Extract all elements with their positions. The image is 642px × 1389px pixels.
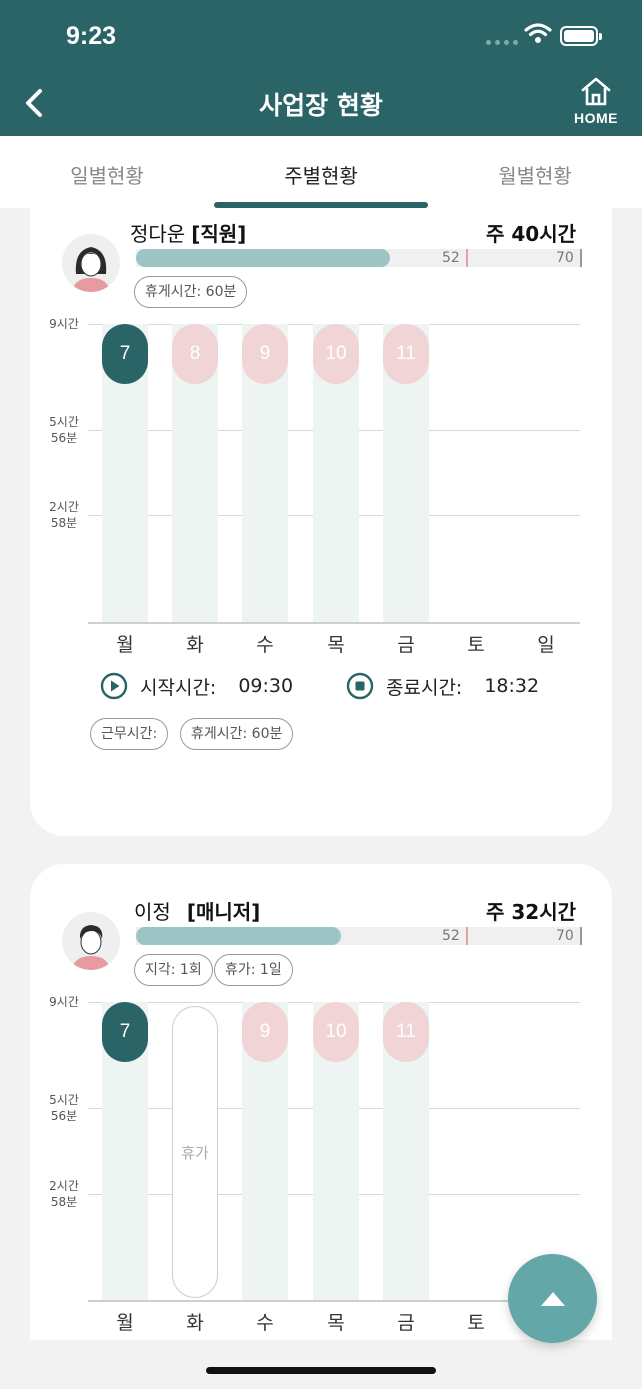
employee-card: 정다운 [직원] 주 40시간 52 70 휴게시간: 60분 9시간 5시간 56… bbox=[30, 208, 612, 836]
tab-bar: 일별현황 주별현황 월별현황 bbox=[0, 136, 642, 208]
employee-role: [직원] bbox=[191, 222, 247, 246]
employee-name-text: 정다운 bbox=[130, 222, 186, 246]
date-badge-wed[interactable]: 9 bbox=[242, 1002, 288, 1062]
status-time: 9:23 bbox=[66, 22, 117, 50]
hours-progress-fill bbox=[136, 927, 342, 945]
progress-tick-52 bbox=[466, 249, 468, 267]
day-label-sat: 토 bbox=[467, 634, 485, 656]
week-total: 주 32시간 bbox=[486, 900, 576, 924]
y-label-text: 56분 bbox=[50, 1109, 78, 1123]
employee-role: [매니저] bbox=[186, 900, 261, 924]
hours-progress-fill bbox=[136, 249, 391, 267]
progress-tick-70 bbox=[580, 249, 582, 267]
tab-weekly[interactable]: 주별현황 bbox=[214, 160, 428, 189]
week-total: 주 40시간 bbox=[486, 222, 576, 246]
home-button[interactable]: HOME bbox=[566, 76, 626, 126]
day-label-tue: 화 bbox=[186, 1312, 204, 1334]
y-label-5h56: 5시간 56분 bbox=[44, 414, 84, 446]
page-title: 사업장 현황 bbox=[259, 91, 383, 120]
x-axis bbox=[88, 1300, 580, 1302]
day-label-fri: 금 bbox=[397, 1312, 415, 1334]
break-time-tag: 휴게시간: 60분 bbox=[134, 276, 248, 308]
vacation-label: 휴가 bbox=[181, 1143, 209, 1162]
y-label-2h58: 2시간 58분 bbox=[44, 499, 84, 531]
home-label: HOME bbox=[574, 110, 618, 126]
y-label-text: 58분 bbox=[50, 516, 78, 530]
tab-daily[interactable]: 일별현황 bbox=[0, 160, 214, 189]
vacation-count-tag: 휴가: 1일 bbox=[214, 954, 293, 986]
employee-name: 정다운 [직원] bbox=[130, 218, 246, 247]
start-time-label: 시작시간: bbox=[140, 676, 217, 699]
y-label-text: 9시간 bbox=[49, 995, 79, 1009]
day-label-thu: 목 bbox=[327, 1312, 345, 1334]
y-label-text: 2시간 bbox=[49, 500, 79, 514]
y-label-9h: 9시간 bbox=[44, 994, 84, 1010]
date-badge-mon[interactable]: 7 bbox=[102, 1002, 148, 1062]
progress-tick-52 bbox=[466, 927, 468, 945]
date-badge-fri[interactable]: 11 bbox=[383, 1002, 429, 1062]
home-indicator bbox=[206, 1367, 436, 1374]
progress-mark-70: 70 bbox=[556, 250, 574, 266]
date-badge-fri[interactable]: 11 bbox=[383, 324, 429, 384]
progress-tick-70 bbox=[580, 927, 582, 945]
day-label-fri: 금 bbox=[397, 634, 415, 656]
avatar bbox=[62, 912, 120, 970]
app-header: 9:23 사업장 현황 HOME bbox=[0, 0, 642, 136]
arrow-up-icon bbox=[540, 1291, 565, 1306]
y-label-text: 5시간 bbox=[49, 1093, 79, 1107]
end-time-value: 18:32 bbox=[484, 675, 540, 697]
y-label-5h56: 5시간 56분 bbox=[44, 1092, 84, 1124]
break-time-tag: 휴게시간: 60분 bbox=[180, 718, 294, 750]
vacation-bar[interactable]: 휴가 bbox=[172, 1006, 218, 1298]
end-time-label: 종료시간: bbox=[386, 676, 463, 699]
hours-progress-bar: 52 70 bbox=[136, 927, 582, 945]
battery-icon bbox=[560, 26, 602, 46]
stop-circle-icon bbox=[346, 672, 374, 700]
employee-name: 이정 [매니저] bbox=[134, 896, 260, 925]
progress-mark-52: 52 bbox=[442, 250, 460, 266]
y-label-text: 5시간 bbox=[49, 415, 79, 429]
play-circle-icon bbox=[100, 672, 128, 700]
day-label-sun: 일 bbox=[537, 634, 555, 656]
progress-mark-70: 70 bbox=[556, 928, 574, 944]
home-icon bbox=[581, 77, 611, 106]
end-time: 종료시간: 18:32 bbox=[346, 672, 539, 700]
tab-monthly[interactable]: 월별현황 bbox=[428, 160, 642, 189]
late-count-tag: 지각: 1회 bbox=[134, 954, 213, 986]
day-label-tue: 화 bbox=[186, 634, 204, 656]
y-label-text: 2시간 bbox=[49, 1179, 79, 1193]
day-label-mon: 월 bbox=[116, 634, 134, 656]
y-label-2h58: 2시간 58분 bbox=[44, 1178, 84, 1210]
y-label-9h: 9시간 bbox=[44, 316, 84, 332]
start-time: 시작시간: 09:30 bbox=[100, 672, 293, 700]
day-label-thu: 목 bbox=[327, 634, 345, 656]
day-label-wed: 수 bbox=[256, 1312, 274, 1334]
y-label-text: 58분 bbox=[50, 1195, 78, 1209]
date-badge-tue[interactable]: 8 bbox=[172, 324, 218, 384]
date-badge-thu[interactable]: 10 bbox=[313, 1002, 359, 1062]
y-label-text: 56분 bbox=[50, 431, 78, 445]
day-label-sat: 토 bbox=[467, 1312, 485, 1334]
date-badge-wed[interactable]: 9 bbox=[242, 324, 288, 384]
day-label-wed: 수 bbox=[256, 634, 274, 656]
wifi-icon bbox=[524, 23, 552, 43]
x-axis bbox=[88, 622, 580, 624]
start-time-value: 09:30 bbox=[238, 675, 294, 697]
hours-progress-bar: 52 70 bbox=[136, 249, 582, 267]
work-time-tag: 근무시간: bbox=[90, 718, 169, 750]
scroll-top-button[interactable] bbox=[508, 1254, 597, 1343]
employee-name-text: 이정 bbox=[134, 900, 171, 924]
date-badge-thu[interactable]: 10 bbox=[313, 324, 359, 384]
day-label-mon: 월 bbox=[116, 1312, 134, 1334]
date-badge-mon[interactable]: 7 bbox=[102, 324, 148, 384]
signal-icon bbox=[486, 40, 518, 45]
avatar bbox=[62, 234, 120, 292]
y-label-text: 9시간 bbox=[49, 317, 79, 331]
progress-mark-52: 52 bbox=[442, 928, 460, 944]
